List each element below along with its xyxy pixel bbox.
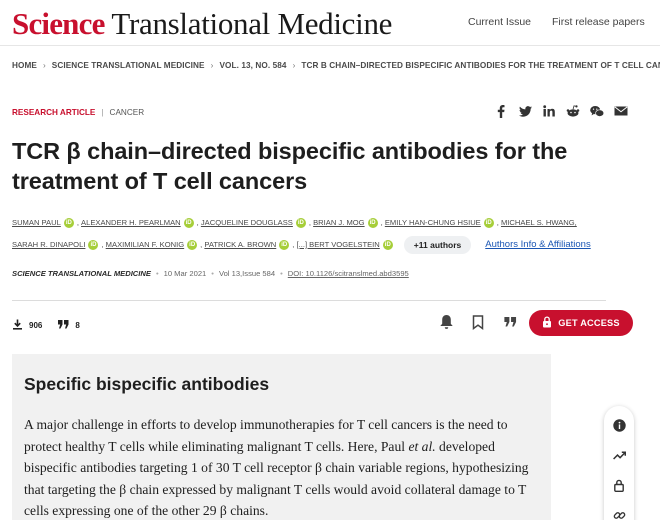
bookmark-icon[interactable] <box>469 313 487 331</box>
article-topic-label[interactable]: CANCER <box>110 108 145 117</box>
get-access-label: GET ACCESS <box>558 318 620 328</box>
author-name[interactable]: MAXIMILIAN F. KONIG <box>106 234 184 256</box>
wechat-icon[interactable] <box>590 104 604 118</box>
breadcrumb: HOME › SCIENCE TRANSLATIONAL MEDICINE › VOL.… <box>12 61 660 70</box>
author-name[interactable]: EMILY HAN-CHUNG HSIUE <box>385 212 481 234</box>
twitter-icon[interactable] <box>518 104 532 118</box>
article-actions <box>437 313 519 331</box>
info-icon[interactable] <box>612 418 626 432</box>
orcid-icon[interactable]: iD <box>382 240 393 250</box>
nav-current-issue[interactable]: Current Issue <box>468 16 531 28</box>
citation-count: 8 <box>75 321 80 330</box>
orcid-icon[interactable]: iD <box>367 218 378 228</box>
author-name[interactable]: BRIAN J. MOG <box>313 212 364 234</box>
chevron-right-icon: › <box>210 61 214 70</box>
more-authors-button[interactable]: +11 authors <box>403 236 472 254</box>
volume-issue[interactable]: Vol 13,Issue 584 <box>219 269 275 278</box>
site-header: Science Translational Medicine Current I… <box>0 0 660 46</box>
editors-summary: Specific bispecific antibodies A major c… <box>12 354 551 520</box>
publication-meta: SCIENCE TRANSLATIONAL MEDICINE • 10 Mar 20… <box>12 269 409 278</box>
email-icon[interactable] <box>614 104 628 118</box>
author-name[interactable]: ALEXANDER H. PEARLMAN <box>81 212 181 234</box>
orcid-icon[interactable]: iD <box>187 240 198 250</box>
author-name[interactable]: MICHAEL S. HWANG, <box>501 212 577 234</box>
cite-icon[interactable] <box>501 313 519 331</box>
author-name[interactable]: [...] BERT VOGELSTEIN <box>297 234 380 256</box>
trending-icon[interactable] <box>612 448 626 462</box>
meta-separator: • <box>280 269 283 278</box>
site-logo[interactable]: Science Translational Medicine <box>12 6 392 42</box>
link-icon[interactable] <box>612 508 626 520</box>
meta-separator: • <box>211 269 214 278</box>
facebook-icon[interactable] <box>494 104 508 118</box>
top-nav: Current Issue First release papers Ar <box>468 16 660 28</box>
orcid-icon[interactable]: iD <box>183 218 194 228</box>
orcid-icon[interactable]: iD <box>295 218 306 228</box>
chevron-right-icon: › <box>42 61 46 70</box>
nav-first-release[interactable]: First release papers <box>552 16 645 28</box>
author-list: SUMAN PAUL iD, ALEXANDER H. PEARLMAN iD, J… <box>12 212 612 256</box>
access-lock-icon[interactable] <box>612 478 626 492</box>
author-name[interactable]: PATRICK A. BROWN <box>204 234 276 256</box>
author-name[interactable]: JACQUELINE DOUGLASS <box>201 212 293 234</box>
article-labels: RESEARCH ARTICLE | CANCER <box>12 108 144 117</box>
summary-heading: Specific bispecific antibodies <box>24 374 270 394</box>
publication-date: 10 Mar 2021 <box>163 269 207 278</box>
download-icon[interactable] <box>12 319 23 332</box>
author-row: SUMAN PAUL iD, ALEXANDER H. PEARLMAN iD, J… <box>12 212 612 234</box>
meta-separator: • <box>155 269 159 278</box>
floating-toolbar <box>604 406 634 520</box>
bell-icon[interactable] <box>437 313 455 331</box>
orcid-icon[interactable]: iD <box>483 218 494 228</box>
chevron-right-icon: › <box>292 61 296 70</box>
article-title: TCR β chain–directed bispecific antibodi… <box>12 138 568 194</box>
author-name[interactable]: SUMAN PAUL <box>12 212 61 234</box>
divider <box>12 300 606 301</box>
metrics-bar: 906 8 <box>12 319 90 332</box>
orcid-icon[interactable]: iD <box>63 218 74 228</box>
author-name[interactable]: SARAH R. DINAPOLI <box>12 234 85 256</box>
linkedin-icon[interactable] <box>542 104 556 118</box>
download-count: 906 <box>29 321 43 330</box>
lock-icon <box>542 316 552 330</box>
summary-text: A major challenge in efforts to develop … <box>24 414 539 520</box>
logo-rest-text: Translational Medicine <box>104 6 393 41</box>
breadcrumb-volume[interactable]: VOL. 13, NO. 584 <box>219 61 286 70</box>
breadcrumb-article: TCR Β CHAIN–DIRECTED BISPECIFIC ANTIBODI… <box>301 61 660 70</box>
breadcrumb-journal[interactable]: SCIENCE TRANSLATIONAL MEDICINE <box>52 61 205 70</box>
doi-link[interactable]: DOI: 10.1126/scitranslmed.abd3595 <box>288 269 409 278</box>
journal-name: SCIENCE TRANSLATIONAL MEDICINE <box>12 269 151 278</box>
label-divider: | <box>101 108 104 117</box>
orcid-icon[interactable]: iD <box>279 240 290 250</box>
orcid-icon[interactable]: iD <box>88 240 99 250</box>
quote-icon[interactable] <box>58 320 69 331</box>
summary-text-italic: et al. <box>408 438 436 454</box>
author-row: SARAH R. DINAPOLI iD, MAXIMILIAN F. KONIG… <box>12 234 612 256</box>
share-bar <box>494 104 628 118</box>
breadcrumb-home[interactable]: HOME <box>12 61 37 70</box>
reddit-icon[interactable] <box>566 104 580 118</box>
article-type-label: RESEARCH ARTICLE <box>12 108 96 117</box>
logo-science-text: Science <box>12 6 105 41</box>
get-access-button[interactable]: GET ACCESS <box>529 310 633 336</box>
affiliations-link[interactable]: Authors Info & Affiliations <box>485 234 590 256</box>
